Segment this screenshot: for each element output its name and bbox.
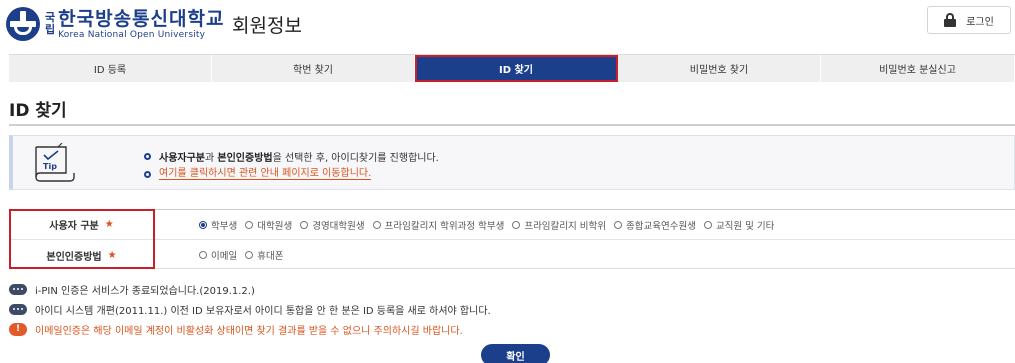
tip-icon-label: Tip — [43, 162, 57, 171]
login-button[interactable]: 로그인 — [927, 6, 1011, 34]
confirm-button[interactable]: 확인 — [481, 344, 550, 363]
bullet-icon — [144, 152, 151, 160]
tip-box: Tip 사용자구분과 본인인증방법을 선택한 후, 아이디찾기를 진행합니다. … — [9, 135, 1015, 190]
tab-student-number-find[interactable]: 학번 찾기 — [212, 55, 415, 82]
tip-scroll-icon: Tip — [35, 143, 75, 182]
auth-method-label: 본인인증방법 ★ — [46, 249, 117, 263]
tab-password-lost-report[interactable]: 비밀번호 분실신고 — [821, 55, 1015, 82]
radio-icon — [614, 220, 623, 229]
radio-icon — [372, 220, 381, 229]
user-type-option-business-grad[interactable]: 경영대학원생 — [300, 218, 365, 232]
logo-guklip: 국 립 — [45, 11, 56, 36]
university-logo[interactable]: 국 립 한국방송통신대학교 Korea National Open Univer… — [6, 7, 224, 41]
help-page-link[interactable]: 여기를 클릭하시면 관련 안내 페이지로 이동합니다. — [159, 168, 372, 180]
user-type-option-undergrad[interactable]: 학부생 — [199, 218, 237, 232]
auth-option-email[interactable]: 이메일 — [199, 248, 237, 262]
radio-icon — [245, 220, 254, 229]
logo-english-name: Korea National Open University — [58, 30, 206, 40]
notice-id-integration: 아이디 시스템 개편(2011.11.) 이전 ID 보유자로서 아이디 통합을… — [9, 299, 491, 319]
radio-icon — [512, 220, 521, 229]
user-type-option-staff[interactable]: 교직원 및 기타 — [703, 218, 774, 232]
radio-icon — [245, 251, 254, 259]
radio-icon — [199, 251, 207, 259]
radio-icon — [703, 220, 712, 229]
tab-id-register[interactable]: ID 등록 — [9, 55, 212, 82]
speech-dots-icon — [9, 283, 27, 295]
user-type-option-prime-nondegree[interactable]: 프라임칼리지 비학위 — [512, 218, 606, 232]
notice-email-warning: ! 이메일인증은 해당 이메일 계정이 비활성화 상태이면 찾기 결과를 받을 … — [9, 319, 491, 339]
find-id-form: 사용자 구분 ★ 학부생 대학원생 경영대학원생 프라임칼리지 학위과정 학부생 … — [9, 209, 1015, 269]
tab-bar: ID 등록 학번 찾기 ID 찾기 비밀번호 찾기 비밀번호 분실신고 — [9, 54, 1015, 82]
lock-icon — [944, 13, 957, 27]
login-label: 로그인 — [966, 16, 994, 28]
section-title: ID 찾기 — [9, 101, 67, 121]
required-star-icon: ★ — [107, 249, 117, 261]
bullet-icon — [144, 170, 151, 178]
required-star-icon: ★ — [104, 219, 114, 230]
page-heading: 회원정보 — [232, 15, 302, 37]
notice-ipin: i-PIN 인증은 서비스가 종료되었습니다.(2019.1.2.) — [9, 279, 491, 299]
user-type-option-training[interactable]: 종합교육연수원생 — [614, 218, 696, 232]
logo-korean-name: 한국방송통신대학교 — [58, 8, 225, 30]
tab-id-find[interactable]: ID 찾기 — [415, 55, 618, 82]
notice-list: i-PIN 인증은 서비스가 종료되었습니다.(2019.1.2.) 아이디 시… — [9, 279, 491, 339]
tip-line-help-link: 여기를 클릭하시면 관련 안내 페이지로 이동합니다. — [144, 165, 439, 183]
speech-dots-icon — [9, 303, 27, 315]
university-emblem-icon — [6, 7, 40, 41]
warning-icon: ! — [9, 322, 27, 336]
radio-icon — [300, 220, 309, 229]
auth-method-options: 이메일 휴대폰 — [199, 248, 291, 262]
user-type-options: 학부생 대학원생 경영대학원생 프라임칼리지 학위과정 학부생 프라임칼리지 비… — [199, 218, 782, 232]
radio-checked-icon — [199, 220, 207, 229]
user-type-label: 사용자 구분 ★ — [49, 219, 114, 232]
auth-option-phone[interactable]: 휴대폰 — [245, 248, 283, 262]
user-type-option-grad[interactable]: 대학원생 — [245, 218, 292, 232]
user-type-option-prime-degree[interactable]: 프라임칼리지 학위과정 학부생 — [372, 218, 504, 232]
section-divider — [9, 124, 1015, 126]
site-header: 국 립 한국방송통신대학교 Korea National Open Univer… — [0, 0, 1015, 50]
user-type-row: 사용자 구분 ★ 학부생 대학원생 경영대학원생 프라임칼리지 학위과정 학부생 … — [9, 210, 1015, 240]
tab-password-find[interactable]: 비밀번호 찾기 — [618, 55, 821, 82]
tip-line-instructions: 사용자구분과 본인인증방법을 선택한 후, 아이디찾기를 진행합니다. — [144, 147, 439, 165]
auth-method-row: 본인인증방법 ★ 이메일 휴대폰 — [9, 240, 1015, 270]
